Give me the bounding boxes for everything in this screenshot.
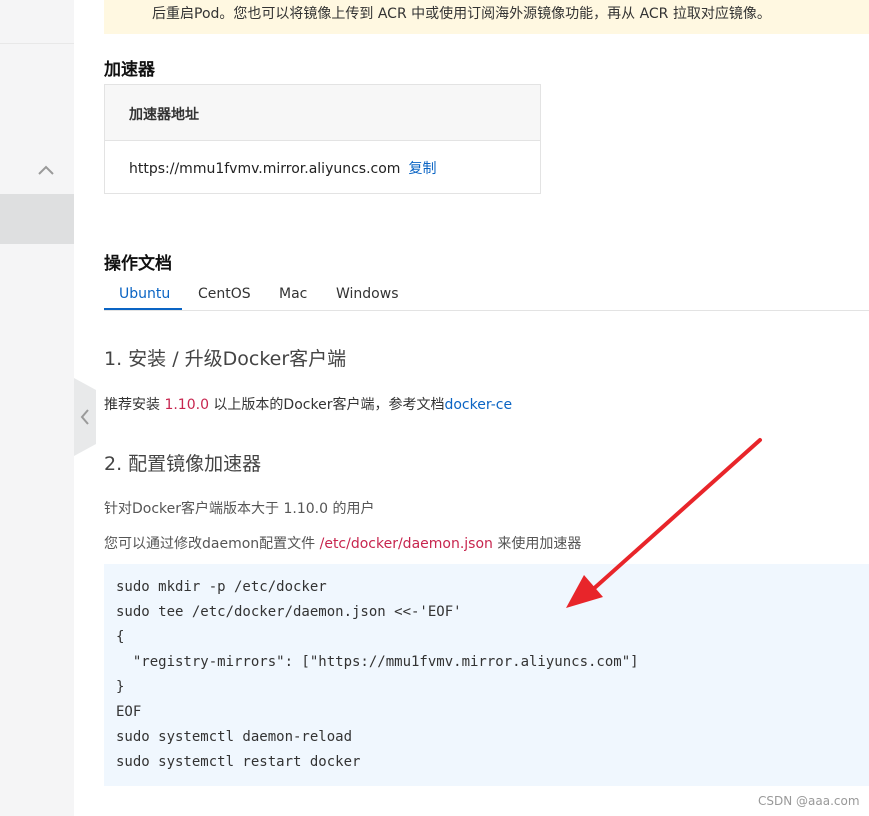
daemon-json-path: /etc/docker/daemon.json: [319, 536, 493, 552]
step2-line2: 您可以通过修改daemon配置文件 /etc/docker/daemon.jso…: [104, 533, 581, 553]
notice-text: 后重启Pod。您也可以将镜像上传到 ACR 中或使用订阅海外源镜像功能，再从 A…: [152, 6, 771, 22]
code-line: sudo tee /etc/docker/daemon.json <<-'EOF…: [116, 604, 462, 620]
code-line: sudo mkdir -p /etc/docker: [116, 579, 327, 595]
step1-title: 1. 安装 / 升级Docker客户端: [104, 348, 347, 370]
active-tab-indicator: [104, 308, 182, 310]
sidebar: [0, 0, 74, 816]
code-line: "registry-mirrors": ["https://mmu1fvmv.m…: [116, 654, 639, 670]
accelerator-table-header: 加速器地址: [105, 85, 540, 141]
tab-centos[interactable]: CentOS: [198, 286, 251, 302]
accelerator-url: https://mmu1fvmv.mirror.aliyuncs.com: [129, 161, 401, 177]
os-tabs: Ubuntu CentOS Mac Windows: [104, 280, 869, 311]
tab-mac[interactable]: Mac: [279, 286, 307, 302]
copy-link[interactable]: 复制: [408, 161, 436, 177]
step1-text-prefix: 推荐安装: [104, 397, 165, 413]
code-line: sudo systemctl daemon-reload: [116, 729, 353, 745]
docker-ce-link[interactable]: docker-ce: [444, 397, 512, 413]
step1-text-middle: 以上版本的Docker客户端，参考文档: [208, 397, 445, 413]
step1-version: 1.10.0: [164, 397, 209, 413]
code-line: {: [116, 629, 125, 645]
step2-line2-prefix: 您可以通过修改daemon配置文件: [104, 536, 320, 552]
code-line: EOF: [116, 704, 142, 720]
panel-collapse-toggle[interactable]: [74, 378, 96, 456]
sidebar-divider: [0, 43, 74, 44]
step1-text: 推荐安装 1.10.0 以上版本的Docker客户端，参考文档docker-ce: [104, 394, 512, 414]
code-line: }: [116, 679, 125, 695]
sidebar-item-active[interactable]: [0, 194, 74, 244]
notice-banner: 后重启Pod。您也可以将镜像上传到 ACR 中或使用订阅海外源镜像功能，再从 A…: [104, 0, 869, 34]
step2-line2-suffix: 来使用加速器: [492, 536, 582, 552]
code-line: sudo systemctl restart docker: [116, 754, 361, 770]
watermark: CSDN @aaa.com: [758, 794, 860, 808]
tab-windows[interactable]: Windows: [336, 286, 399, 302]
accelerator-table-row: https://mmu1fvmv.mirror.aliyuncs.com 复制: [105, 141, 540, 178]
accelerator-title: 加速器: [104, 60, 155, 80]
chevron-up-icon[interactable]: [36, 160, 56, 180]
accelerator-table: 加速器地址 https://mmu1fvmv.mirror.aliyuncs.c…: [104, 84, 541, 194]
step2-title: 2. 配置镜像加速器: [104, 453, 262, 475]
docs-title: 操作文档: [104, 254, 172, 274]
step2-line1: 针对Docker客户端版本大于 1.10.0 的用户: [104, 501, 375, 517]
code-block[interactable]: sudo mkdir -p /etc/docker sudo tee /etc/…: [104, 564, 869, 786]
tab-ubuntu[interactable]: Ubuntu: [119, 286, 170, 302]
